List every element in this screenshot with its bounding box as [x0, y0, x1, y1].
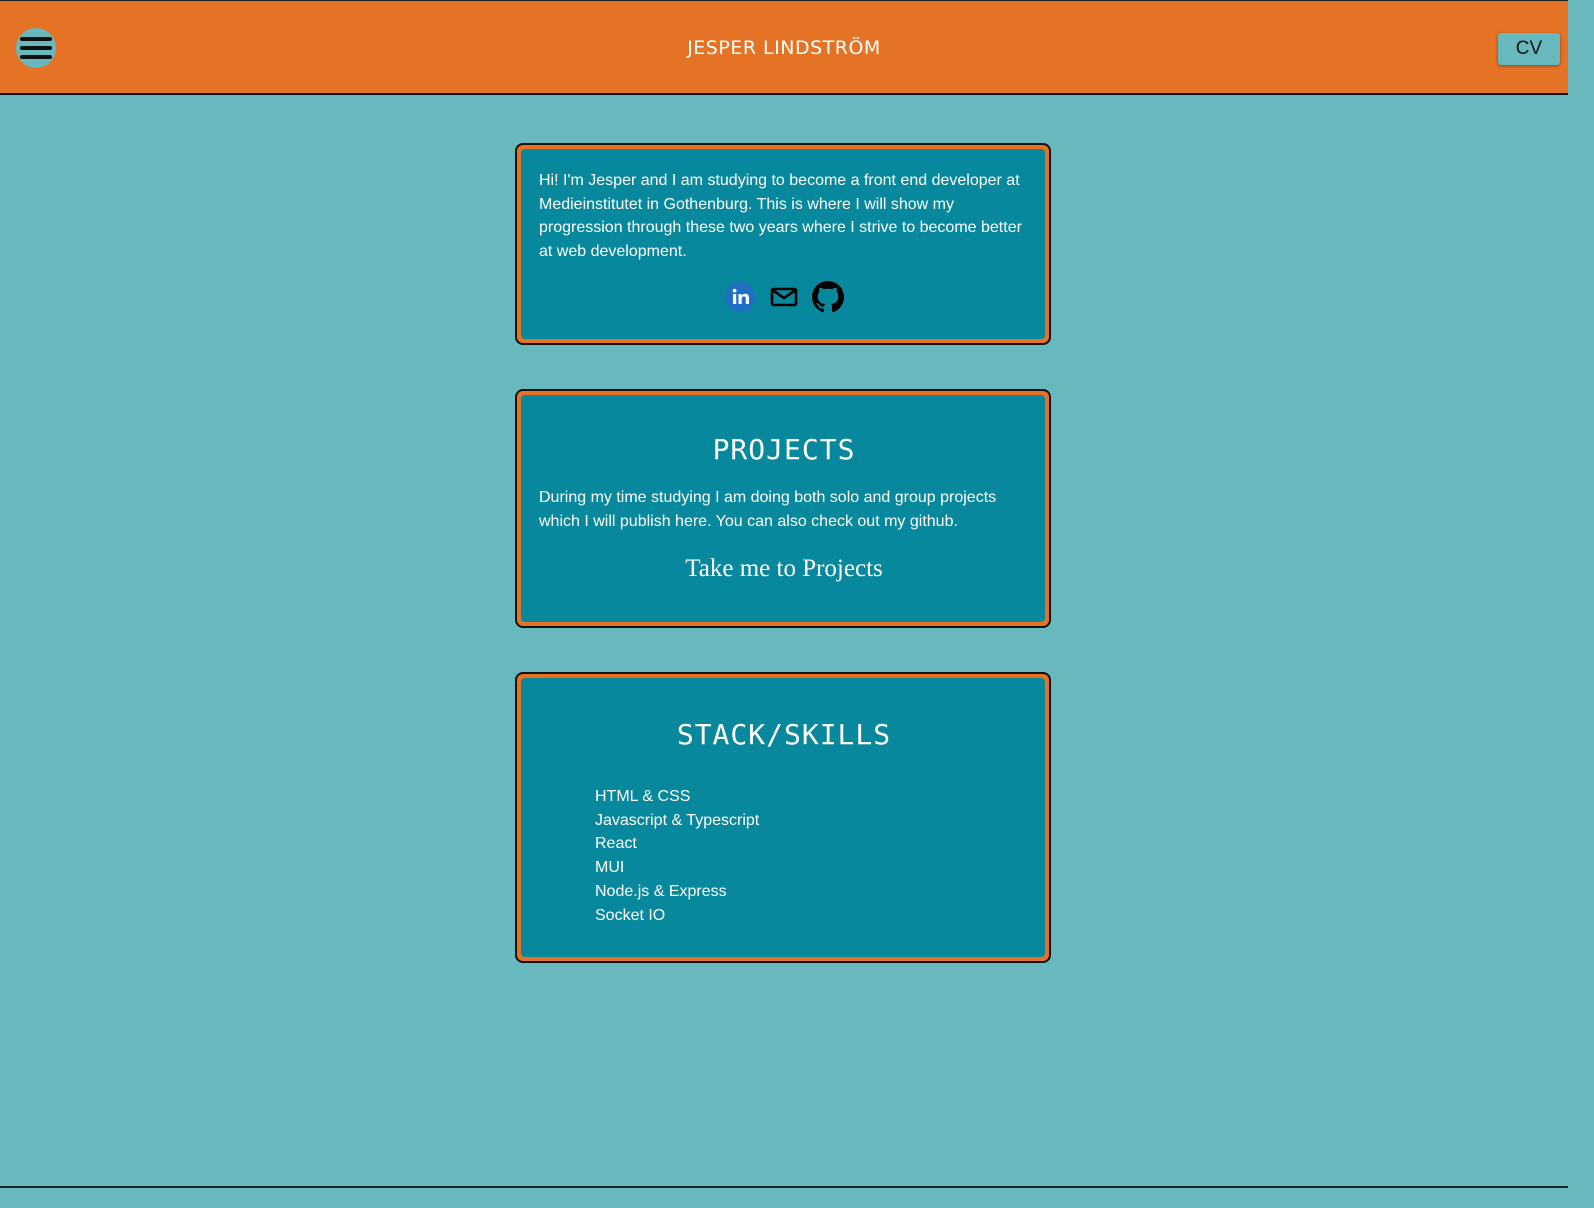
social-links — [539, 280, 1029, 314]
skills-list: HTML & CSS Javascript & Typescript React… — [539, 785, 1029, 927]
skills-card-inner: STACK/SKILLS HTML & CSS Javascript & Typ… — [521, 678, 1045, 957]
list-item: HTML & CSS — [595, 788, 691, 805]
site-title: JESPER LINDSTRÖM — [687, 37, 881, 59]
top-header: JESPER LINDSTRÖM CV — [0, 0, 1568, 95]
list-item: Node.js & Express — [595, 882, 727, 900]
skills-card: STACK/SKILLS HTML & CSS Javascript & Typ… — [515, 672, 1051, 963]
projects-text: During my time studying I am doing both … — [539, 489, 997, 530]
about-card-inner: Hi! I'm Jesper and I am studying to beco… — [521, 149, 1045, 339]
about-text: Hi! I'm Jesper and I am studying to beco… — [539, 172, 1022, 260]
mail-icon[interactable] — [767, 280, 801, 314]
about-card: Hi! I'm Jesper and I am studying to beco… — [515, 143, 1051, 345]
projects-card-inner: PROJECTS During my time studying I am do… — [521, 395, 1045, 622]
cv-button[interactable]: CV — [1498, 33, 1560, 65]
list-item: Socket IO — [595, 906, 666, 924]
list-item: Javascript & Typescript — [595, 811, 760, 829]
skills-title: STACK/SKILLS — [676, 718, 892, 751]
list-item: MUI — [595, 859, 625, 877]
projects-title: PROJECTS — [712, 433, 856, 466]
take-me-to-projects-link[interactable]: Take me to Projects — [539, 555, 1029, 583]
list-item: React — [595, 835, 637, 853]
github-icon[interactable] — [811, 280, 845, 314]
linkedin-icon[interactable] — [723, 280, 757, 314]
projects-card: PROJECTS During my time studying I am do… — [515, 389, 1051, 628]
